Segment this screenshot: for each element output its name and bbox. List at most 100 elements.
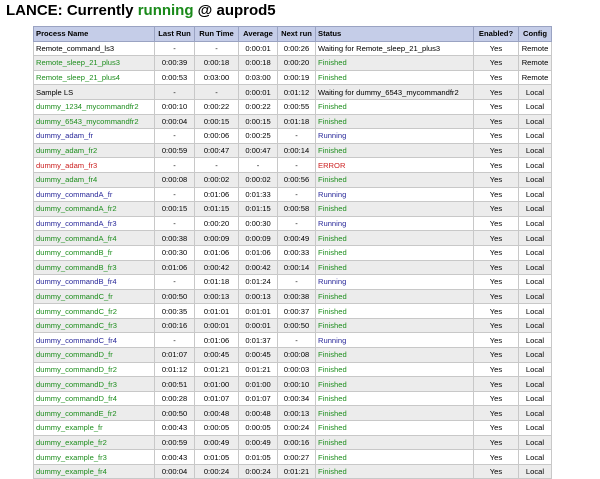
table-row[interactable]: Remote_sleep_21_plus4 0:00:53 0:03:00 0:03:… [33,69,552,86]
last-run-cell: 0:00:35 [154,303,195,319]
table-row[interactable]: dummy_1234_mycommandfr2 0:00:10 0:00:22 0:0… [33,98,552,115]
column-header-average[interactable]: Average [238,26,278,42]
process-name-cell[interactable]: dummy_commandD_fr4 [33,390,155,407]
table-row[interactable]: dummy_commandB_fr 0:00:30 0:01:06 0:01:06 0:… [33,244,552,261]
process-name-cell[interactable]: dummy_commandA_fr2 [33,201,155,217]
next-run-cell: 0:01:18 [277,113,316,130]
table-row[interactable]: dummy_example_fr 0:00:43 0:00:05 0:00:05 0:0… [33,420,552,436]
process-name-cell[interactable]: dummy_6543_mycommandfr2 [33,113,155,130]
config-cell: Local [518,244,552,261]
last-run-cell: 0:00:39 [154,55,195,71]
process-name-cell[interactable]: Remote_sleep_21_plus3 [33,55,155,71]
status-cell: Finished [315,303,474,319]
average-cell: 0:01:06 [238,244,278,261]
table-row[interactable]: dummy_commandA_fr2 0:00:15 0:01:15 0:01:15 0… [33,201,552,217]
table-row[interactable]: dummy_commandA_fr3-0:00:20 0:00:30- Runnin… [33,215,552,232]
table-row[interactable]: dummy_commandC_fr 0:00:50 0:00:13 0:00:13 0:… [33,288,552,305]
run-time-cell: - [194,157,239,173]
average-cell: 0:01:07 [238,390,278,407]
table-row[interactable]: dummy_commandD_fr 0:01:07 0:00:45 0:00:45 0:… [33,347,552,363]
status-cell: Finished [315,244,474,261]
process-name-cell[interactable]: dummy_commandA_fr4 [33,230,155,246]
table-row[interactable]: dummy_6543_mycommandfr2 0:00:04 0:00:15 0:0… [33,113,552,130]
process-name-cell[interactable]: dummy_commandC_fr4 [33,332,155,349]
average-cell: 0:01:05 [238,449,278,465]
process-name-cell[interactable]: dummy_example_fr2 [33,434,155,451]
last-run-cell: 0:00:28 [154,390,195,407]
status-cell: Running [315,332,474,349]
column-header-last-run[interactable]: Last Run [154,26,195,42]
process-name-cell[interactable]: dummy_commandD_fr2 [33,361,155,378]
process-name-cell[interactable]: dummy_example_fr4 [33,463,155,479]
table-row[interactable]: dummy_example_fr4 0:00:04 0:00:24 0:00:24 0:… [33,463,552,479]
table-row[interactable]: dummy_adam_fr2 0:00:59 0:00:47 0:00:47 0:00:… [33,142,552,159]
column-header-process-name[interactable]: Process Name [33,26,155,42]
process-name-cell[interactable]: dummy_adam_fr3 [33,157,155,173]
last-run-cell: 0:00:15 [154,201,195,217]
process-name-cell[interactable]: dummy_commandA_fr3 [33,215,155,232]
table-row[interactable]: dummy_commandE_fr2 0:00:50 0:00:48 0:00:48 0… [33,405,552,422]
next-run-cell: 0:00:37 [277,303,316,319]
config-cell: Local [518,98,552,115]
average-cell: 0:00:24 [238,463,278,479]
run-time-cell: 0:00:45 [194,347,239,363]
process-name-cell[interactable]: Remote_command_ls3 [33,40,155,57]
enabled-cell: Yes [473,40,519,57]
process-name-cell[interactable]: dummy_1234_mycommandfr2 [33,98,155,115]
next-run-cell: - [277,186,316,203]
table-row[interactable]: dummy_commandD_fr3 0:00:51 0:01:00 0:01:00 0… [33,376,552,392]
process-table: Process Name Last Run Run Time Average N… [33,26,552,479]
enabled-cell: Yes [473,317,519,334]
column-header-status[interactable]: Status [315,26,474,42]
table-row[interactable]: Remote_sleep_21_plus3 0:00:39 0:00:18 0:00:… [33,55,552,71]
config-cell: Remote [518,55,552,71]
process-name-cell[interactable]: Remote_sleep_21_plus4 [33,69,155,86]
table-row[interactable]: dummy_commandB_fr3 0:01:06 0:00:42 0:00:42 0… [33,259,552,276]
process-name-cell[interactable]: dummy_commandB_fr [33,244,155,261]
table-row[interactable]: dummy_commandA_fr -0:01:06 0:01:33- Running… [33,186,552,203]
process-name-cell[interactable]: dummy_commandB_fr3 [33,259,155,276]
next-run-cell: 0:00:14 [277,259,316,276]
table-row[interactable]: dummy_commandA_fr4 0:00:38 0:00:09 0:00:09 0… [33,230,552,246]
table-row[interactable]: dummy_adam_fr3- - - - ERROR Yes Local [33,157,552,173]
column-header-enabled[interactable]: Enabled? [473,26,519,42]
process-name-cell[interactable]: dummy_commandE_fr2 [33,405,155,422]
process-name-cell[interactable]: dummy_commandC_fr2 [33,303,155,319]
process-name-cell[interactable]: dummy_commandC_fr [33,288,155,305]
process-name-cell[interactable]: dummy_adam_fr2 [33,142,155,159]
enabled-cell: Yes [473,449,519,465]
table-row[interactable]: dummy_commandC_fr2 0:00:35 0:01:01 0:01:01 0… [33,303,552,319]
column-header-config[interactable]: Config [518,26,552,42]
process-name-cell[interactable]: dummy_adam_fr [33,128,155,144]
table-row[interactable]: Sample LS - -0:00:01 0:01:12 Waiting for dum… [33,84,552,100]
process-name-cell[interactable]: dummy_commandC_fr3 [33,317,155,334]
average-cell: 0:03:00 [238,69,278,86]
enabled-cell: Yes [473,157,519,173]
enabled-cell: Yes [473,244,519,261]
table-row[interactable]: dummy_example_fr2 0:00:59 0:00:49 0:00:49 0:… [33,434,552,451]
table-row[interactable]: Remote_command_ls3- -0:00:01 0:00:26 Waitin… [33,40,552,57]
status-cell: Finished [315,288,474,305]
average-cell: 0:01:24 [238,274,278,290]
table-row[interactable]: dummy_commandC_fr3 0:00:16 0:00:01 0:00:01 0… [33,317,552,334]
column-header-next-run[interactable]: Next run [277,26,316,42]
config-cell: Local [518,142,552,159]
process-name-cell[interactable]: dummy_commandA_fr [33,186,155,203]
table-row[interactable]: dummy_adam_fr4 0:00:08 0:00:02 0:00:02 0:00:… [33,171,552,188]
table-row[interactable]: dummy_adam_fr -0:00:06 0:00:25- Running Yes L… [33,128,552,144]
process-name-cell[interactable]: dummy_example_fr [33,420,155,436]
process-name-cell[interactable]: dummy_example_fr3 [33,449,155,465]
table-row[interactable]: dummy_example_fr3 0:00:43 0:01:05 0:01:05 0:… [33,449,552,465]
process-name-cell[interactable]: dummy_commandB_fr4 [33,274,155,290]
table-row[interactable]: dummy_commandD_fr4 0:00:28 0:01:07 0:01:07 0… [33,390,552,407]
table-row[interactable]: dummy_commandC_fr4-0:01:06 0:01:37- Runnin… [33,332,552,349]
status-cell: Running [315,186,474,203]
column-header-run-time[interactable]: Run Time [194,26,239,42]
process-name-cell[interactable]: dummy_adam_fr4 [33,171,155,188]
process-name-cell[interactable]: Sample LS [33,84,155,100]
table-row[interactable]: dummy_commandD_fr2 0:01:12 0:01:21 0:01:21 0… [33,361,552,378]
table-row[interactable]: dummy_commandB_fr4-0:01:18 0:01:24- Runnin… [33,274,552,290]
process-name-cell[interactable]: dummy_commandD_fr3 [33,376,155,392]
process-name-cell[interactable]: dummy_commandD_fr [33,347,155,363]
status-cell: Finished [315,69,474,86]
